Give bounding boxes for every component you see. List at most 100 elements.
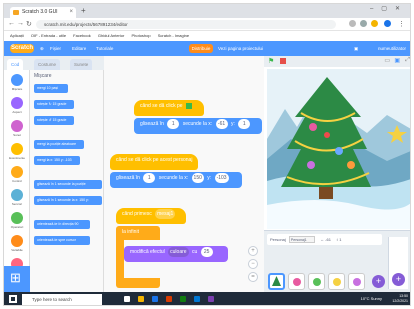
window-controls[interactable]: –▢✕ [370, 5, 408, 12]
reload-icon[interactable]: ↻ [26, 20, 32, 28]
sprite-thumb-tree[interactable] [268, 273, 285, 290]
tab-code[interactable]: Cod [7, 59, 24, 70]
glide-block[interactable]: glisează în 1 secunde la x: 150 y: -103 [110, 172, 242, 188]
palette-block[interactable]: glisează în 1 secunde la poziție [34, 180, 102, 189]
back-icon[interactable]: ← [8, 20, 15, 27]
glide-block[interactable]: glisează în 1 secunde la x: -61 y: 1 [134, 118, 262, 134]
category-control[interactable] [11, 166, 23, 178]
add-sprite-button[interactable]: + [372, 275, 385, 288]
sprite-thumb[interactable] [288, 273, 305, 290]
extension-icon[interactable] [360, 20, 367, 27]
menu-tutorials[interactable]: Tutoriale [96, 44, 113, 53]
change-effect-block[interactable]: modifică efectul culoare cu 25 [124, 246, 228, 262]
menu-file[interactable]: Fișier [50, 44, 61, 53]
globe-icon[interactable]: ⊕ [40, 44, 44, 53]
when-i-receive-block[interactable]: când primesc mesaj1 [116, 208, 186, 224]
extension-icon[interactable] [349, 20, 356, 27]
bookmark-item[interactable]: OIF - Entrada - utile [31, 31, 66, 41]
sprite-name-input[interactable]: Personaj1 [288, 236, 315, 244]
app-icon[interactable] [208, 296, 214, 302]
see-project-page-button[interactable]: Vezi pagina proiectului [218, 44, 263, 53]
zoom-reset-button[interactable]: = [248, 272, 258, 282]
browser-menu-icon[interactable]: ⋮ [398, 20, 405, 28]
small-stage-icon[interactable]: ▭ [384, 57, 390, 64]
palette-block[interactable]: mergi 10 pași [34, 84, 68, 93]
window: Scratch 3.0 GUI × + –▢✕ ← → ↻ scratch.mi… [3, 3, 411, 306]
category-events[interactable] [11, 143, 23, 155]
share-button[interactable]: Distribuie [189, 44, 213, 53]
sprite-thumb[interactable] [348, 273, 365, 290]
new-tab-button[interactable]: + [81, 6, 86, 15]
zoom-in-button[interactable]: + [248, 246, 258, 256]
taskbar-search-input[interactable]: Type here to search [22, 294, 102, 305]
stage-selector[interactable]: + [388, 237, 408, 289]
scratch-logo[interactable]: Scratch [10, 44, 34, 53]
user-menu[interactable]: numeutilizator [378, 44, 406, 53]
message-dropdown[interactable]: mesaj1 [155, 208, 176, 219]
y-input[interactable]: -103 [214, 172, 229, 183]
sprite-thumb[interactable] [308, 273, 325, 290]
palette-block[interactable]: rotește ↺ 15 grade [34, 116, 74, 125]
profile-avatar[interactable] [384, 20, 391, 27]
tree-thumb-icon [272, 276, 281, 286]
sprite-x-value[interactable]: -61 [325, 237, 331, 242]
category-operators[interactable] [11, 212, 23, 224]
sprite-thumb[interactable] [328, 273, 345, 290]
url-input[interactable]: scratch.mit.edu/projects/567891234/edito… [36, 20, 336, 29]
task-view-icon[interactable] [124, 296, 130, 302]
palette-block[interactable]: orientează-te spre cursor [34, 236, 90, 245]
bookmark-item[interactable]: Facebook [73, 31, 91, 41]
windows-start-icon[interactable] [9, 295, 17, 303]
green-flag-icon[interactable]: ⚑ [268, 57, 274, 65]
when-flag-clicked-block[interactable]: când se dă click pe [134, 100, 204, 116]
palette-block[interactable]: rotește ↻ 15 grade [34, 100, 74, 109]
x-input[interactable]: -61 [215, 118, 228, 129]
bookmark-item[interactable]: Scratch - Imagine [158, 31, 189, 41]
glide-secs-input[interactable]: 1 [167, 118, 180, 129]
palette-block[interactable]: glisează în 1 secunde la x: 150 y: [34, 196, 102, 205]
add-backdrop-button[interactable]: + [392, 273, 405, 286]
add-extension-button[interactable]: ⊞ [4, 266, 30, 292]
forward-icon[interactable]: → [17, 20, 24, 27]
weather-label[interactable]: 10°C Sunny [361, 296, 382, 301]
when-sprite-clicked-block[interactable]: când se dă click pe acest personaj [110, 154, 198, 170]
glide-secs-input[interactable]: 1 [143, 172, 156, 183]
close-tab-icon[interactable]: × [69, 7, 73, 18]
x-input[interactable]: 150 [191, 172, 204, 183]
app-icon[interactable] [166, 296, 172, 302]
palette-block[interactable]: mergi la poziție aleatoare [34, 140, 84, 149]
extension-icon[interactable] [371, 20, 378, 27]
tab-costumes[interactable]: Costume [34, 59, 61, 70]
palette-block[interactable]: mergi la x: 150 y: -103 [34, 156, 80, 165]
zoom-out-button[interactable]: − [248, 259, 258, 269]
y-input[interactable]: 1 [238, 118, 251, 129]
browser-tab[interactable]: Scratch 3.0 GUI × [10, 7, 76, 18]
category-sensing[interactable] [11, 189, 23, 201]
palette-block[interactable]: orientează-te în direcția 90 [34, 220, 90, 229]
ball-icon [333, 278, 341, 286]
menu-edit[interactable]: Editare [72, 44, 86, 53]
category-sound[interactable] [11, 120, 23, 132]
category-looks[interactable] [11, 97, 23, 109]
large-stage-icon[interactable]: ▣ [394, 57, 400, 64]
bookmark-item[interactable]: Ghidul Anterior [98, 31, 124, 41]
app-icon[interactable] [180, 296, 186, 302]
effect-dropdown[interactable]: culoare [168, 246, 189, 257]
bookmark-item[interactable]: Photoshop [131, 31, 150, 41]
forever-block[interactable]: la infinit [116, 226, 160, 240]
file-explorer-icon[interactable] [138, 296, 144, 302]
my-stuff-icon[interactable]: ▣ [354, 44, 358, 53]
category-variables[interactable] [11, 235, 23, 247]
chrome-icon[interactable] [152, 296, 158, 302]
stop-icon[interactable] [280, 58, 286, 64]
category-motion[interactable] [11, 74, 23, 86]
stage[interactable] [267, 69, 410, 229]
app-icon[interactable] [194, 296, 200, 302]
taskbar-clock[interactable]: 13:50 12/2/2021 [392, 294, 408, 304]
sprite-y-value[interactable]: 1 [339, 237, 341, 242]
fullscreen-icon[interactable]: ⤢ [405, 57, 410, 64]
tab-sounds[interactable]: Sunete [70, 59, 93, 70]
code-area[interactable]: când se dă click pe glisează în 1 secund… [104, 56, 264, 292]
effect-value-input[interactable]: 25 [200, 246, 213, 257]
bookmark-item[interactable]: Aplicații [10, 31, 24, 41]
